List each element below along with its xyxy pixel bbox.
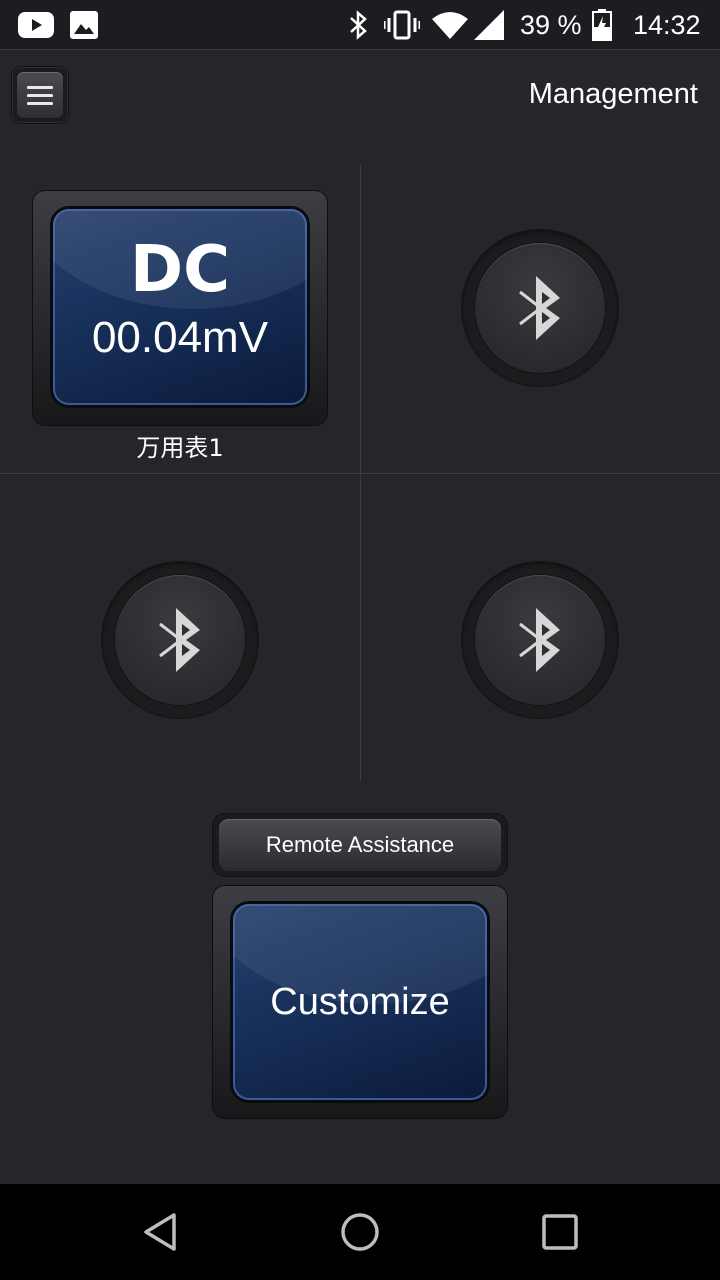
home-button[interactable] — [300, 1184, 420, 1280]
bluetooth-icon — [519, 608, 560, 672]
clock: 14:32 — [633, 9, 701, 40]
home-icon — [341, 1213, 379, 1251]
customize-button[interactable]: Customize — [233, 904, 487, 1100]
grid-divider-horizontal — [0, 473, 720, 474]
youtube-icon — [18, 0, 54, 50]
remote-assistance-frame: Remote Assistance — [213, 814, 507, 876]
battery-percent: 39 % — [520, 9, 582, 40]
gallery-icon — [70, 0, 98, 50]
hamburger-menu-icon — [17, 72, 63, 118]
bluetooth-icon — [159, 608, 200, 672]
status-bar: 39 % 14:32 — [0, 0, 720, 50]
bluetooth-icon — [519, 276, 560, 340]
battery-icon — [592, 0, 612, 50]
device-mode: DC — [129, 233, 231, 307]
back-button[interactable] — [100, 1184, 220, 1280]
bluetooth-slot-3[interactable] — [102, 562, 258, 718]
navigation-bar — [0, 1184, 720, 1280]
recents-icon — [542, 1214, 578, 1250]
bluetooth-button — [475, 243, 605, 373]
bluetooth-slot-4[interactable] — [462, 562, 618, 718]
customize-label: Customize — [270, 980, 450, 1023]
customize-frame: Customize — [213, 886, 507, 1118]
recents-button[interactable] — [500, 1184, 620, 1280]
bluetooth-button — [115, 575, 245, 705]
device-name: 万用表1 — [136, 434, 224, 462]
vibrate-icon — [384, 0, 420, 50]
bluetooth-button — [475, 575, 605, 705]
page-title: Management — [528, 78, 698, 110]
device-reading: 00.04mV — [91, 313, 269, 362]
wifi-icon — [432, 0, 468, 50]
bluetooth-slot-2[interactable] — [462, 230, 618, 386]
remote-assistance-button[interactable]: Remote Assistance — [219, 819, 501, 871]
bluetooth-icon — [348, 0, 370, 50]
back-icon — [144, 1213, 176, 1251]
menu-button[interactable] — [12, 67, 68, 123]
signal-icon — [474, 0, 504, 50]
device-display: DC 00.04mV — [53, 209, 307, 405]
device-tile-1[interactable]: DC 00.04mV — [33, 191, 327, 425]
